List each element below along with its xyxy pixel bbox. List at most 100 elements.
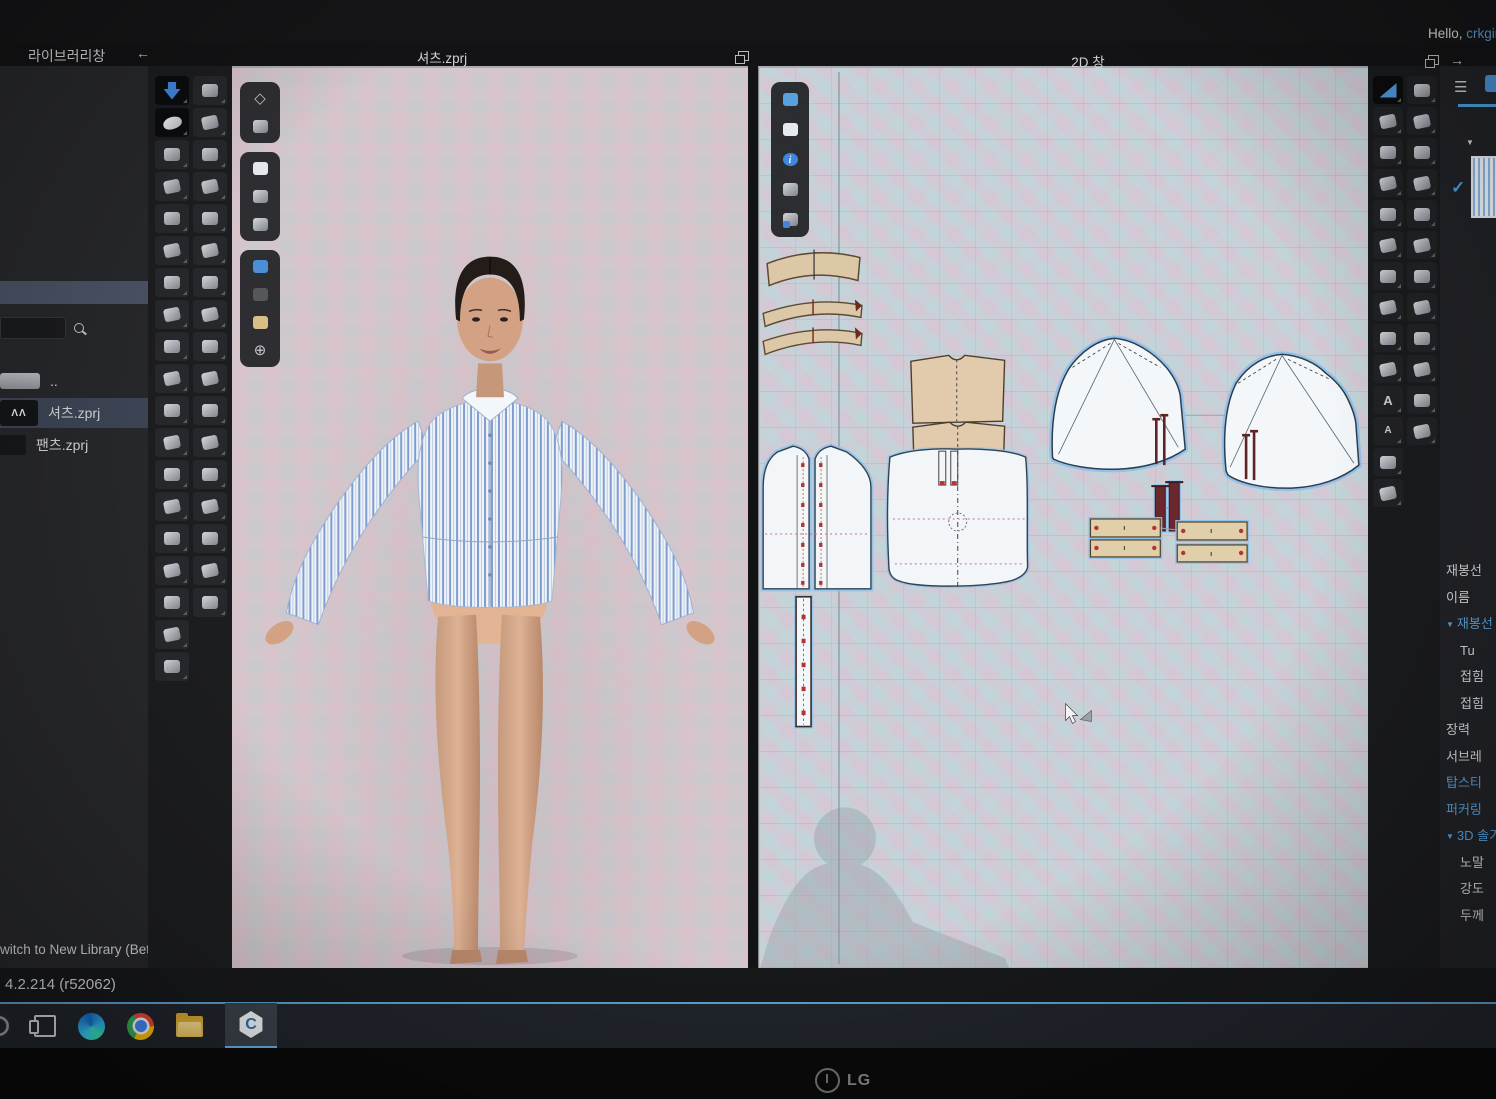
lift-garment-tool-button[interactable] [155,556,189,585]
sewing-pin-tool-button[interactable] [155,300,189,329]
front-left-panel[interactable] [763,446,809,589]
seam-allowance-tool-button[interactable] [1373,355,1403,383]
shirring-tool-button[interactable] [1407,324,1437,352]
show-avatar-icon[interactable] [248,214,272,235]
tape-tool-button[interactable] [155,620,189,649]
sidebar-item-fabric[interactable] [0,189,148,212]
section-arrow-icon[interactable]: ▼ [1446,832,1454,841]
notch-tool-button[interactable] [1373,324,1403,352]
sidebar-item-course-folder[interactable] [0,281,148,304]
section-arrow-icon[interactable]: ▼ [1446,620,1454,629]
circle-pattern-tool-button[interactable] [1373,262,1403,290]
switch-library-link[interactable]: witch to New Library (Beta) [0,942,148,957]
select-lasso-tool-button[interactable] [155,140,189,169]
edit-curvature-tool-button[interactable] [1373,138,1403,166]
rectangle-pattern-tool-button[interactable] [1373,231,1403,259]
free-sewing-tool-button[interactable] [155,236,189,265]
lock-pattern-icon[interactable] [778,209,802,230]
dart-tool-button[interactable] [1373,293,1403,321]
collar-band-2[interactable] [763,327,862,354]
chrome-browser-icon[interactable] [127,1003,154,1049]
pin-tool-button[interactable] [155,332,189,361]
fold-arrangement-2d-tool-button[interactable] [1407,231,1437,259]
float-2d-window-icon[interactable] [1428,55,1439,65]
task-view-icon[interactable] [34,1003,56,1049]
sidebar-item-avatar[interactable] [0,143,148,166]
sidebar-item-hardware-trims[interactable] [0,212,148,235]
shirt-right-sleeve[interactable] [552,421,694,625]
edit-sewing-tool-button[interactable] [155,364,189,393]
arrangement-dice-tool-button[interactable] [155,588,189,617]
fabric-texture-a-tool-button[interactable] [193,556,227,585]
buttonhole-tool-button[interactable] [193,428,227,457]
add-point-tool-button[interactable] [1373,169,1403,197]
transform-pattern-tool-button[interactable] [1373,76,1403,104]
file-explorer-icon[interactable] [176,1003,203,1049]
edge-browser-icon[interactable] [78,1003,105,1049]
needle-tool-icon[interactable] [778,89,802,110]
show-trims-icon[interactable] [248,186,272,207]
drape-garment-tool-button[interactable] [193,236,227,265]
clo-app-icon[interactable] [225,1003,277,1049]
username-link[interactable]: crkgin [1466,26,1496,41]
front-right-panel[interactable] [815,446,871,589]
retopology-tool-button[interactable] [193,172,227,201]
show-pattern-icon[interactable] [778,119,802,140]
text-tool-button[interactable]: A [1373,386,1403,414]
file-row-shirt-project[interactable]: ΛΛ 셔츠.zprj [0,398,148,428]
layer-clone-tool-button[interactable] [155,460,189,489]
fabric-tab-icon[interactable] [1485,75,1496,92]
object-list-icon[interactable]: ☰ [1454,78,1467,96]
file-row-pants-project[interactable]: 팬츠.zprj [0,430,148,460]
collapse-library-icon[interactable]: ← [136,45,150,61]
collar[interactable] [767,250,860,286]
avatar-3d[interactable] [232,68,748,968]
pattern-canvas[interactable] [759,68,1368,968]
iron-tool-button[interactable] [1407,200,1437,228]
library-search-input[interactable] [0,317,66,339]
fabric-swatch-thumbnail[interactable] [1471,156,1496,218]
segment-sewing-tool-button[interactable] [155,204,189,233]
texture-checker-tool-button[interactable] [193,300,227,329]
spec-label-tool-button[interactable] [1373,448,1403,476]
free-sewing-2d-tool-button[interactable] [1407,107,1437,135]
grid-tool-button[interactable] [1407,417,1437,445]
sidebar-item-stage[interactable] [0,258,148,281]
back-yoke-outer[interactable] [911,355,1005,423]
mannequin-view-icon[interactable] [248,312,272,333]
morph-garment-tool-button[interactable] [193,204,227,233]
layout-tool-button[interactable] [1407,355,1437,383]
sidebar-item-hanger[interactable] [0,166,148,189]
pattern-info-icon[interactable] [778,149,802,170]
select-button-tool-button[interactable] [193,364,227,393]
fabric-check-icon[interactable]: ✓ [1451,178,1465,198]
back-panel[interactable] [887,449,1027,587]
float-3d-window-icon[interactable] [738,51,749,61]
sidebar-item-garment[interactable] [0,120,148,143]
search-icon[interactable] [74,323,84,333]
basket-simulation-tool-button[interactable] [193,268,227,297]
mn-sewing-2d-tool-button[interactable] [1407,138,1437,166]
cuff-pair-left[interactable] [1090,519,1160,557]
mesh-view-icon[interactable] [248,284,272,305]
fabric-thickness-view-icon[interactable] [248,256,272,277]
eraser-tool-button[interactable] [1407,386,1437,414]
simulate-tool-button[interactable] [155,76,189,105]
shirt-left-sleeve[interactable] [286,421,428,625]
measure-tool-button[interactable] [155,652,189,681]
auto-sewing-2d-tool-button[interactable] [1407,169,1437,197]
swatch-dropdown-icon[interactable]: ▼ [1466,138,1474,147]
checkerboard-shirt-tool-button[interactable] [193,332,227,361]
cuff-pair-right[interactable] [1177,522,1247,562]
garment-texture-icon[interactable] [248,116,272,137]
zipper-tool-button[interactable] [193,492,227,521]
button-tool-button[interactable] [193,396,227,425]
zigzag-stitch-tool-button[interactable] [1407,293,1437,321]
viewport-2d[interactable] [758,66,1368,968]
fold-arrangement-tool-button[interactable] [155,396,189,425]
file-row-parent[interactable]: .. [0,366,148,396]
zipper-puller-tool-button[interactable] [193,524,227,553]
show-garment-icon[interactable] [248,158,272,179]
grid-view-globe-icon[interactable]: ⊕ [248,340,272,361]
sidebar-item-material[interactable] [0,235,148,258]
